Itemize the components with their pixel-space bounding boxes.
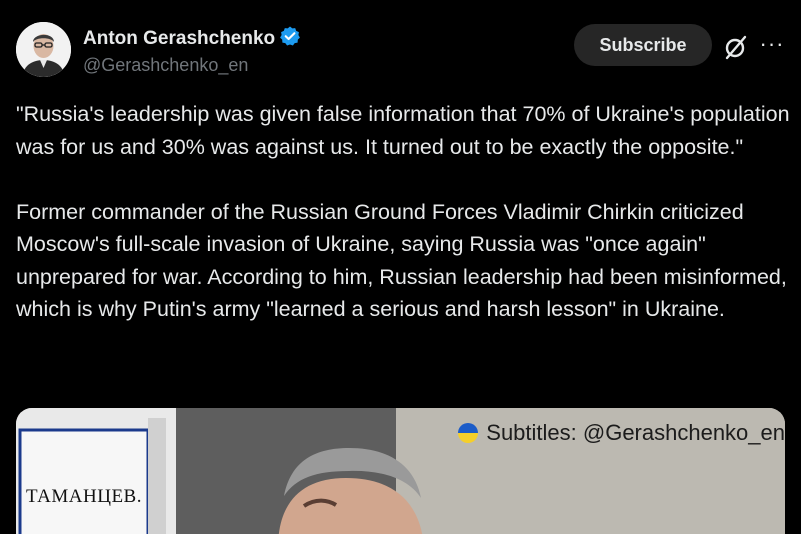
ukraine-flag-icon (458, 423, 479, 443)
verified-badge-icon (280, 26, 301, 46)
subtitle-overlay: Subtitles: @Gerashchenko_en (458, 418, 785, 448)
post-card: Anton Gerashchenko @Gerashchenko_en Subs… (0, 0, 801, 534)
subtitle-overlay-text: Subtitles: @Gerashchenko_en (486, 420, 785, 445)
post-text: "Russia's leadership was given false inf… (16, 98, 791, 326)
more-dots-icon[interactable]: ··· (758, 33, 786, 59)
grok-slash-icon[interactable] (722, 33, 750, 61)
video-media[interactable]: ТАМАНЦЕВ. Subtitles: @Gerashchenko_en (16, 408, 785, 534)
author-name[interactable]: Anton Gerashchenko (83, 25, 301, 51)
author-avatar[interactable] (16, 22, 71, 77)
author-handle[interactable]: @Gerashchenko_en (83, 53, 248, 77)
subscribe-button[interactable]: Subscribe (574, 24, 712, 66)
author-name-text[interactable]: Anton Gerashchenko (83, 28, 275, 49)
sign-text: ТАМАНЦЕВ. (26, 486, 142, 507)
post-header: Anton Gerashchenko @Gerashchenko_en Subs… (0, 0, 801, 96)
post-paragraph: "Russia's leadership was given false inf… (16, 102, 790, 159)
post-paragraph: Former commander of the Russian Ground F… (16, 199, 787, 322)
